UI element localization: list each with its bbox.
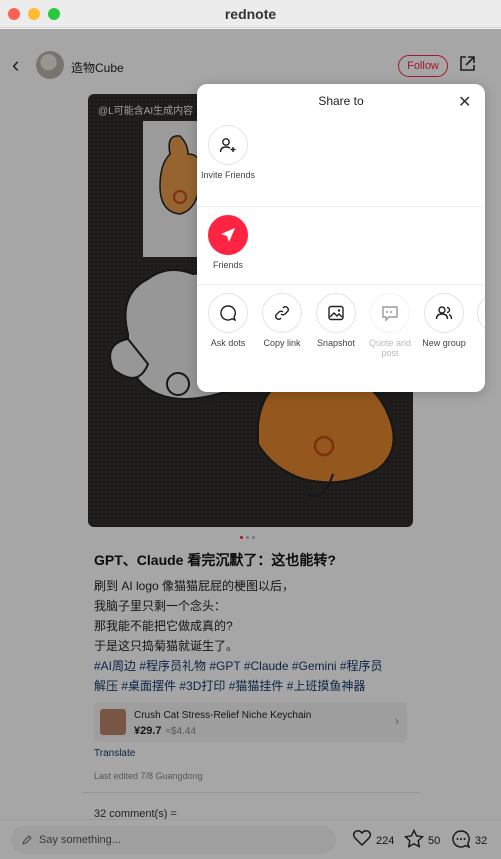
add-user-icon <box>219 138 236 153</box>
snapshot-label: Snapshot <box>316 338 356 348</box>
new-group-label: New group <box>422 338 466 348</box>
window-title: rednote <box>224 6 277 22</box>
send-icon <box>221 228 235 242</box>
quote-and-post-label: Quote and post <box>368 338 412 358</box>
share-sheet: Share to ✕ Invite Friends Friends Ask do… <box>197 84 485 392</box>
copy-link-button[interactable]: Copy link <box>252 293 312 348</box>
link-icon <box>275 306 289 320</box>
invite-friends-label: Invite Friends <box>200 170 256 180</box>
quote-icon <box>382 306 398 322</box>
window-titlebar: rednote <box>0 0 501 28</box>
copy-link-label: Copy link <box>263 338 301 348</box>
divider <box>197 206 485 207</box>
invite-friends-button[interactable]: Invite Friends <box>198 125 258 180</box>
friends-label: Friends <box>212 260 243 270</box>
group-icon <box>435 306 453 320</box>
quote-and-post-button[interactable]: Quote and post <box>360 293 420 358</box>
divider <box>197 284 485 285</box>
ask-dots-label: Ask dots <box>210 338 246 348</box>
image-icon <box>328 305 344 321</box>
more-actions-peek[interactable] <box>477 293 485 333</box>
share-sheet-title: Share to <box>318 94 364 108</box>
friends-button[interactable]: Friends <box>198 215 258 270</box>
close-icon[interactable]: ✕ <box>458 92 471 112</box>
new-group-button[interactable]: New group <box>414 293 474 348</box>
chat-bubble-icon <box>220 305 237 322</box>
snapshot-button[interactable]: Snapshot <box>306 293 366 348</box>
ask-dots-button[interactable]: Ask dots <box>198 293 258 348</box>
